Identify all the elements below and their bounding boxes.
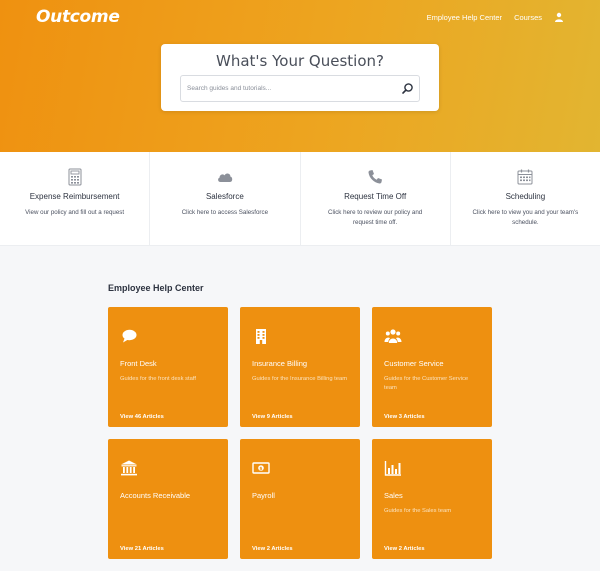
- category-desc: Guides for the Customer Service team: [384, 376, 469, 391]
- hero-banner: Outcome Employee Help Center Courses Wha…: [0, 0, 600, 152]
- category-articles-link[interactable]: View 21 Articles: [120, 546, 164, 552]
- user-icon[interactable]: [554, 12, 564, 22]
- category-card-sales[interactable]: Sales Guides for the Sales team View 2 A…: [372, 439, 492, 559]
- cloud-icon: [217, 173, 233, 182]
- category-card-front-desk[interactable]: Front Desk Guides for the front desk sta…: [108, 307, 228, 427]
- category-articles-link[interactable]: View 2 Articles: [252, 546, 293, 552]
- nav-employee-help-center[interactable]: Employee Help Center: [427, 13, 502, 22]
- quick-link-desc: Click here to view you and your team's s…: [472, 209, 579, 226]
- chat-bubble-icon: [122, 329, 137, 343]
- category-grid: Front Desk Guides for the front desk sta…: [108, 307, 492, 561]
- quick-link-title: Salesforce: [205, 192, 244, 201]
- calendar-icon: [517, 169, 533, 185]
- quick-link-expense-reimbursement[interactable]: Expense Reimbursement View our policy an…: [0, 152, 151, 245]
- category-title: Front Desk: [120, 359, 157, 368]
- svg-text:$: $: [259, 466, 262, 472]
- category-desc: Guides for the Insurance Billing team: [252, 376, 348, 382]
- building-icon: [256, 329, 266, 344]
- category-card-customer-service[interactable]: Customer Service Guides for the Customer…: [372, 307, 492, 427]
- category-articles-link[interactable]: View 9 Articles: [252, 414, 293, 420]
- category-articles-link[interactable]: View 2 Articles: [384, 546, 425, 552]
- category-title: Customer Service: [384, 359, 444, 368]
- quick-link-title: Scheduling: [505, 192, 546, 201]
- search-card: What's Your Question?: [161, 44, 439, 111]
- users-icon: [384, 329, 402, 343]
- search-title: What's Your Question?: [216, 52, 384, 70]
- category-articles-link[interactable]: View 3 Articles: [384, 414, 425, 420]
- search-input[interactable]: [181, 76, 391, 101]
- category-desc: Guides for the front desk staff: [120, 376, 196, 382]
- category-card-payroll[interactable]: $ Payroll View 2 Articles: [240, 439, 360, 559]
- category-articles-link[interactable]: View 46 Articles: [120, 414, 164, 420]
- bar-chart-icon: [384, 461, 401, 476]
- category-card-accounts-receivable[interactable]: Accounts Receivable View 21 Articles: [108, 439, 228, 559]
- top-nav: Employee Help Center Courses: [427, 12, 564, 22]
- money-icon: $: [252, 462, 270, 474]
- search-icon[interactable]: [400, 81, 415, 96]
- quick-link-scheduling[interactable]: Scheduling Click here to view you and yo…: [451, 152, 600, 245]
- nav-courses[interactable]: Courses: [514, 13, 542, 22]
- category-desc: Guides for the Sales team: [384, 508, 452, 514]
- quick-link-desc: View our policy and fill out a request: [25, 209, 125, 216]
- quick-link-desc: Click here to review our policy and requ…: [328, 209, 423, 226]
- category-title: Accounts Receivable: [120, 491, 191, 500]
- bank-icon: [121, 460, 137, 476]
- category-title: Sales: [384, 491, 403, 500]
- category-card-insurance-billing[interactable]: Insurance Billing Guides for the Insuran…: [240, 307, 360, 427]
- quick-link-desc: Click here to access Salesforce: [181, 209, 269, 216]
- quick-link-title: Expense Reimbursement: [29, 192, 120, 201]
- category-title: Payroll: [252, 491, 275, 500]
- calculator-icon: [68, 168, 82, 186]
- section-title: Employee Help Center: [108, 283, 204, 293]
- search-box: [180, 75, 420, 102]
- logo[interactable]: Outcome: [36, 7, 120, 27]
- quick-links: Expense Reimbursement View our policy an…: [0, 152, 600, 246]
- phone-icon: [368, 170, 383, 184]
- quick-link-salesforce[interactable]: Salesforce Click here to access Salesfor…: [150, 152, 301, 245]
- quick-link-request-time-off[interactable]: Request Time Off Click here to review ou…: [301, 152, 451, 245]
- quick-link-title: Request Time Off: [344, 192, 407, 201]
- category-title: Insurance Billing: [252, 359, 308, 368]
